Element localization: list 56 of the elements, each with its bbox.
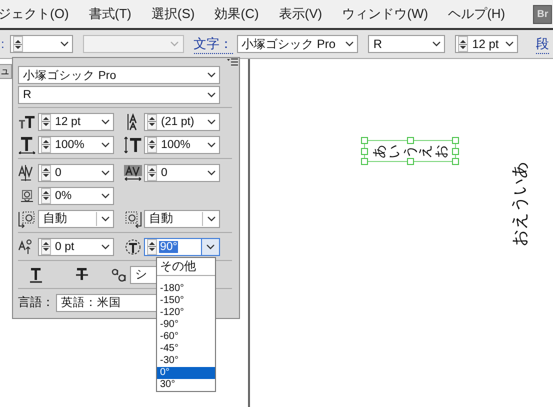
spin-field[interactable]: 0 (38, 164, 114, 182)
dropdown-field[interactable]: R (368, 35, 446, 53)
spin-field[interactable]: 12 pt (455, 35, 518, 53)
field-value: 0 (160, 166, 168, 178)
spin-field[interactable]: 12 pt (38, 112, 114, 130)
spin-field[interactable]: (21 pt) (144, 112, 220, 130)
spin-field[interactable]: 100% (38, 136, 114, 154)
combo-field[interactable]: 自動 (144, 210, 220, 228)
dropdown-field[interactable]: 小塚ゴシック Pro (18, 66, 220, 84)
character-link[interactable]: 文字： (194, 34, 233, 54)
field-label: : (1, 37, 4, 51)
field-value: 12 pt (471, 37, 500, 51)
spin-field[interactable]: 0% (38, 186, 114, 204)
field-value: シ (134, 266, 147, 283)
field-value: 自動 (148, 210, 174, 227)
field-value: 100% (54, 138, 86, 150)
field-value: 100% (160, 138, 192, 150)
spin-field[interactable]: 100% (144, 136, 220, 154)
field-value: 12 pt (54, 116, 82, 128)
field-value: 自動 (42, 210, 68, 227)
dropdown-field[interactable]: 小塚ゴシック Pro (236, 35, 358, 53)
field-value: 英語：米国 (60, 296, 121, 310)
dropdown-option[interactable]: 30° (157, 379, 215, 391)
dropdown-option[interactable]: -45° (157, 343, 215, 355)
dropdown-option[interactable]: -90° (157, 319, 215, 331)
spin-field[interactable]: 90° (144, 238, 220, 256)
field-value: 0% (54, 190, 73, 202)
paragraph-link[interactable]: 段 (536, 34, 549, 54)
field-value: 90° (159, 240, 178, 252)
menu-item[interactable]: ウィンドウ(W) (332, 5, 438, 23)
menu-item[interactable]: ヘルプ(H) (438, 5, 516, 23)
field-value: R (372, 37, 384, 51)
field-value: 0 pt (54, 240, 76, 252)
field-value: (21 pt) (160, 116, 196, 128)
canvas-text: あいうえお (372, 144, 448, 158)
field-label: 言語： (18, 294, 54, 311)
text-object[interactable]: あいうえお (364, 140, 456, 162)
dropdown-option[interactable]: -180° (157, 283, 215, 295)
menu-item[interactable]: 選択(S) (141, 5, 205, 23)
menu-item[interactable]: 効果(C) (204, 5, 269, 23)
dropdown-field[interactable]: R (18, 86, 220, 104)
field-value: 小塚ゴシック Pro (240, 36, 337, 52)
field-value: 0 (54, 166, 62, 178)
spin-field[interactable]: 0 pt (38, 238, 114, 256)
dropdown-option[interactable]: -60° (157, 331, 215, 343)
canvas-text[interactable]: おえういあ (510, 154, 530, 254)
combo-field[interactable]: 自動 (38, 210, 114, 228)
field-value: R (22, 89, 32, 101)
panel-tab[interactable]: ュ (0, 64, 12, 79)
dropdown-option[interactable]: その他 (157, 258, 215, 276)
menu-item[interactable]: 表示(V) (268, 5, 332, 23)
spin-field[interactable]: 0 (144, 164, 220, 182)
field-value: 小塚ゴシック Pro (22, 68, 118, 82)
menu-item[interactable]: 書式(T) (78, 5, 142, 23)
dropdown-option[interactable]: 0° (157, 367, 215, 379)
dropdown-option[interactable]: -30° (157, 355, 215, 367)
